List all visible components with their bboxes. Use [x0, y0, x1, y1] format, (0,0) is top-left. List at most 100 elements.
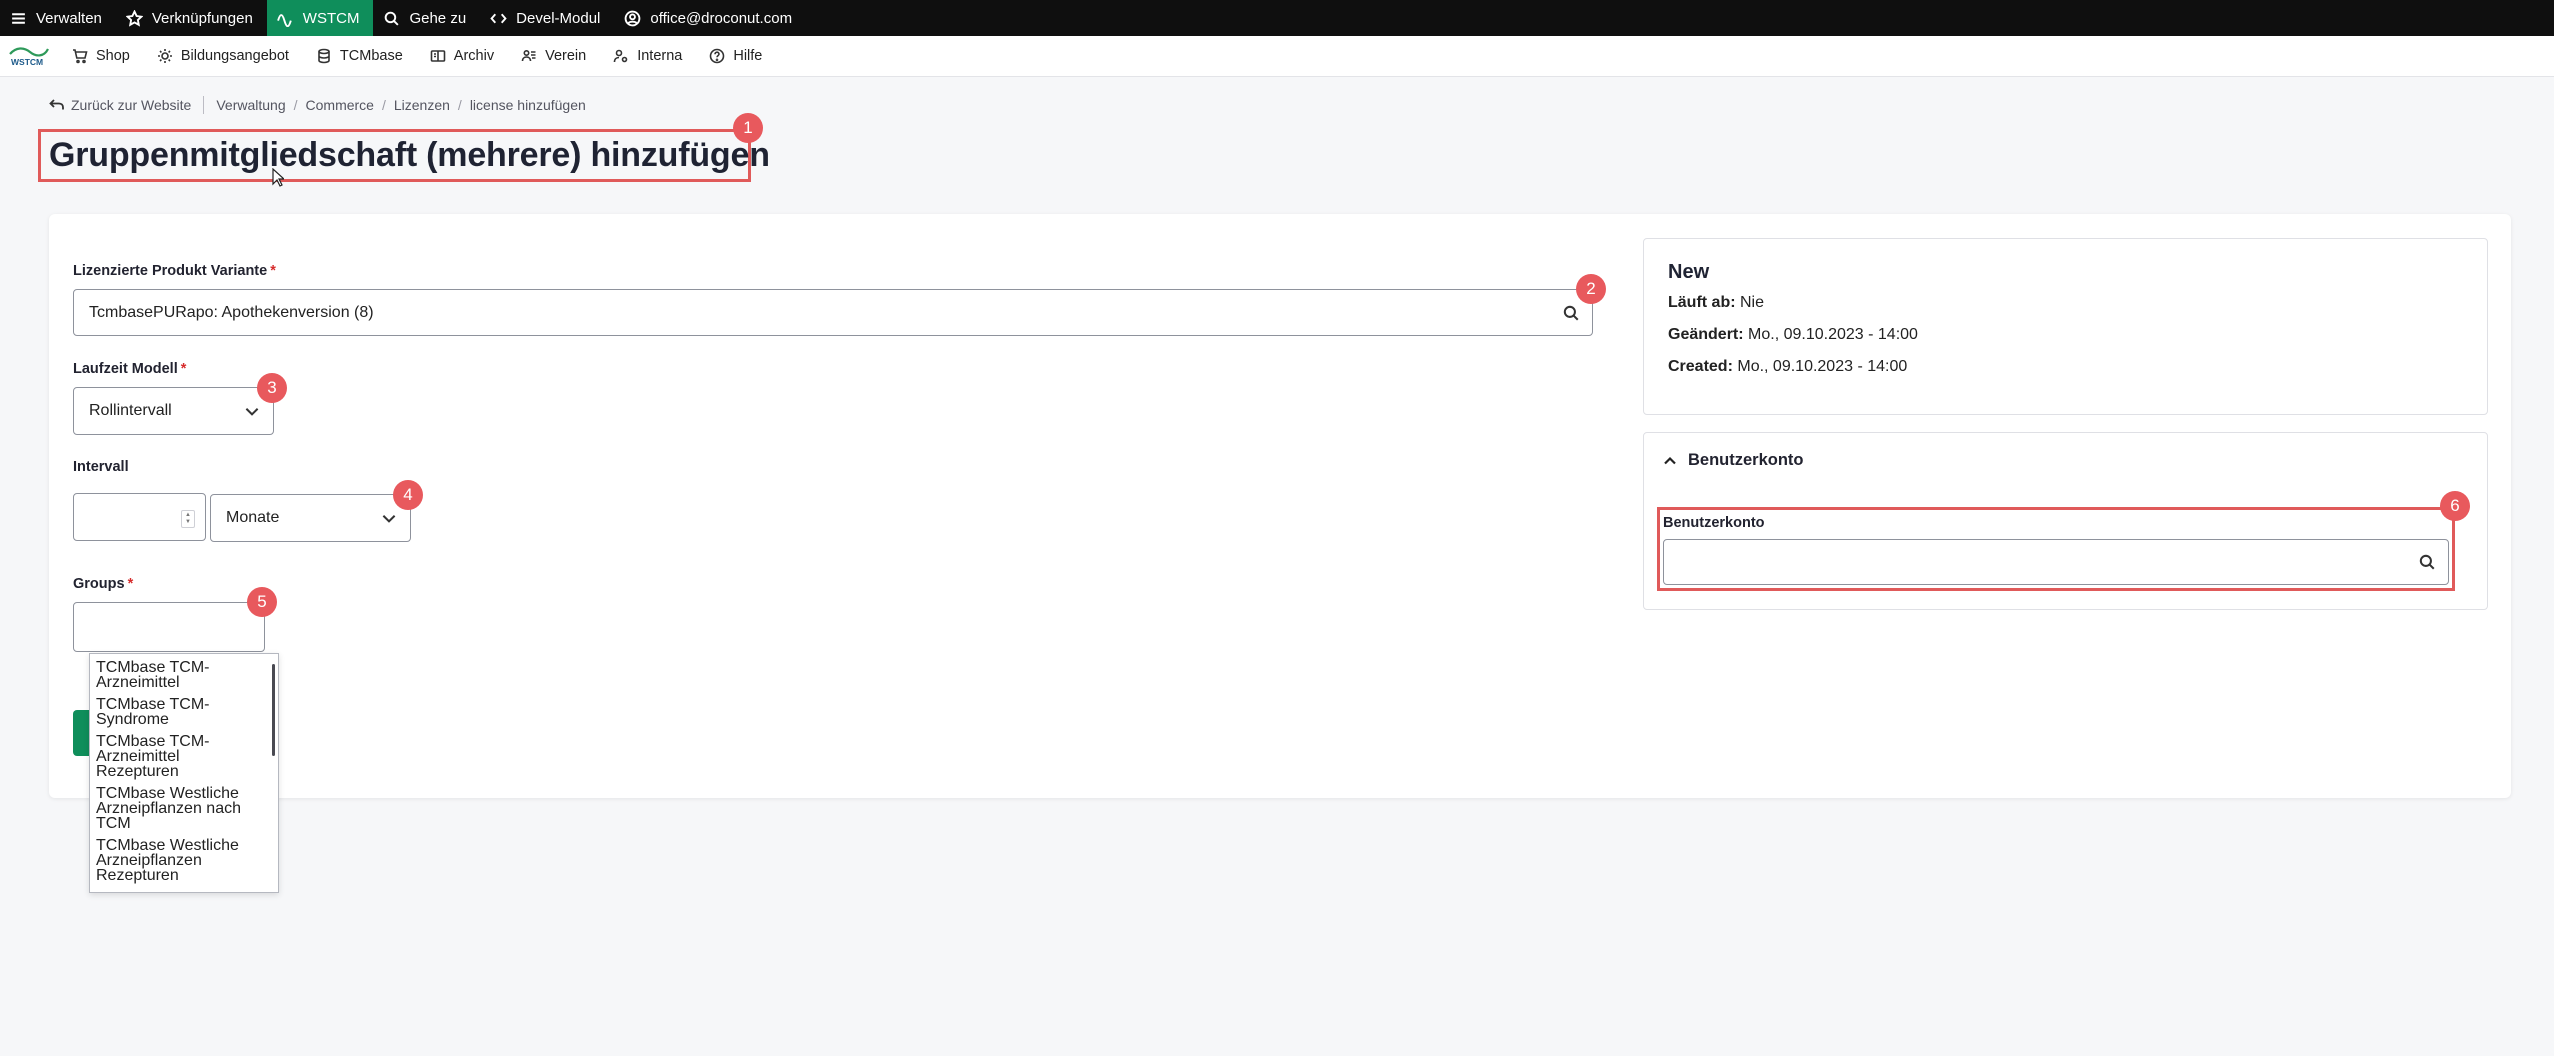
breadcrumb-separator: /: [293, 97, 298, 113]
people-icon: [521, 49, 536, 62]
required-mark: *: [127, 576, 134, 592]
nav-shop[interactable]: Shop: [58, 48, 143, 64]
mouse-cursor-icon: [272, 168, 284, 187]
interval-unit-select[interactable]: Monate: [210, 494, 411, 542]
expires-value: Nie: [1740, 294, 1765, 311]
runtime-model-label-text: Laufzeit Modell: [73, 361, 178, 377]
nav-bildungsangebot[interactable]: Bildungsangebot: [143, 48, 302, 64]
logo-icon: WSTCM: [9, 47, 49, 67]
nav-verein[interactable]: Verein: [507, 48, 599, 64]
toolbar-item-label: Verknüpfungen: [151, 9, 253, 27]
list-item[interactable]: TCMbase Westliche Arzneipflanzen Rezeptu…: [90, 835, 278, 887]
toolbar-item-verknuepfungen[interactable]: Verknüpfungen: [116, 0, 267, 36]
chevron-up-icon: [1664, 456, 1676, 464]
nav-label: Hilfe: [733, 48, 763, 64]
nav-label: TCMbase: [339, 48, 403, 64]
required-mark: *: [180, 361, 187, 377]
nav-label: Archiv: [453, 48, 495, 64]
search-icon: [1563, 305, 1579, 320]
star-icon: [125, 9, 143, 27]
nav-label: Shop: [96, 48, 130, 64]
annotation-badge: 6: [2440, 491, 2470, 521]
changed-label: Geändert:: [1668, 326, 1744, 343]
groups-label-text: Groups: [73, 576, 125, 592]
breadcrumb-divider: [203, 96, 205, 114]
number-spinner[interactable]: ▲ ▼: [181, 510, 195, 528]
toolbar-item-devel-modul[interactable]: Devel-Modul: [480, 0, 614, 36]
search-icon: [2419, 554, 2435, 570]
product-variant-label-text: Lizenzierte Produkt Variante: [73, 263, 268, 279]
account-section-toggle[interactable]: Benutzerkonto: [1662, 451, 1804, 470]
breadcrumb-item[interactable]: Verwaltung: [216, 97, 285, 113]
account-section-title: Benutzerkonto: [1688, 451, 1804, 469]
created-row: Created: Mo., 09.10.2023 - 14:00: [1668, 358, 2463, 376]
breadcrumb-item[interactable]: Lizenzen: [394, 97, 450, 113]
breadcrumb-separator: /: [381, 97, 386, 113]
breadcrumb-item[interactable]: Commerce: [306, 97, 374, 113]
required-mark: *: [270, 263, 276, 279]
svg-text:WSTCM: WSTCM: [11, 57, 43, 67]
annotation-badge: 4: [393, 480, 423, 510]
spinner-up-icon[interactable]: ▲: [185, 512, 191, 519]
bulb-icon: [157, 49, 172, 63]
product-variant-value: TcmbasePURapo: Apothekenversion (8): [89, 303, 374, 321]
nav-interna[interactable]: Interna: [599, 48, 695, 64]
product-variant-input[interactable]: TcmbasePURapo: Apothekenversion (8): [73, 289, 1593, 336]
toolbar-item-wstcm[interactable]: WSTCM: [266, 0, 374, 36]
list-item[interactable]: TCMbase TCM-Arzneimittel: [90, 654, 278, 694]
spinner-down-icon[interactable]: ▼: [185, 519, 191, 526]
nav-hilfe[interactable]: Hilfe: [695, 48, 775, 64]
expires-label: Läuft ab:: [1668, 294, 1736, 311]
list-item[interactable]: TCMbase Westliche Arzneipflanzen nach TC…: [90, 783, 278, 835]
runtime-model-value: Rollintervall: [89, 402, 172, 419]
person-gear-icon: [613, 49, 628, 63]
toolbar-item-user[interactable]: office@droconut.com: [614, 0, 806, 36]
groups-autocomplete-list[interactable]: TCMbase TCM-Arzneimittel TCMbase TCM-Syn…: [89, 653, 279, 893]
nav-archiv[interactable]: Archiv: [416, 48, 507, 64]
wstcm-logo[interactable]: WSTCM: [0, 36, 58, 77]
annotation-badge: 5: [247, 587, 277, 617]
runtime-model-select[interactable]: Rollintervall: [73, 387, 274, 435]
back-to-website-link[interactable]: Zurück zur Website: [71, 97, 191, 113]
product-variant-label: Lizenzierte Produkt Variante *: [73, 263, 276, 279]
changed-value: Mo., 09.10.2023 - 14:00: [1748, 326, 1918, 343]
breadcrumb-separator: /: [457, 97, 462, 113]
groups-label: Groups *: [73, 576, 133, 592]
account-search-input[interactable]: [1663, 539, 2449, 585]
account-field-label: Benutzerkonto: [1663, 515, 1765, 531]
toolbar-item-verwalten[interactable]: Verwalten: [0, 0, 116, 36]
wave-icon: [276, 13, 292, 27]
status-panel: New Läuft ab: Nie Geändert: Mo., 09.10.2…: [1643, 238, 2488, 415]
user-icon: [625, 10, 641, 26]
nav-label: Bildungsangebot: [180, 48, 289, 64]
created-value: Mo., 09.10.2023 - 14:00: [1737, 358, 1908, 375]
nav-tcmbase[interactable]: TCMbase: [302, 48, 416, 64]
list-item[interactable]: TCMbase TCM-Syndrome: [90, 694, 278, 731]
interval-number-input[interactable]: ▲ ▼: [73, 493, 206, 541]
nav-label: Verein: [545, 48, 587, 64]
interval-label: Intervall: [73, 459, 129, 475]
status-title: New: [1668, 261, 1710, 283]
scrollbar-thumb[interactable]: [272, 664, 275, 756]
changed-row: Geändert: Mo., 09.10.2023 - 14:00: [1668, 326, 2463, 344]
nav-label: Interna: [637, 48, 683, 64]
help-icon: [710, 48, 725, 64]
search-icon: [385, 11, 400, 26]
toolbar-item-label: office@droconut.com: [650, 9, 793, 27]
back-arrow-icon: [49, 99, 64, 110]
interval-unit-value: Monate: [226, 509, 280, 526]
admin-toolbar: Verwalten Verknüpfungen WSTCM Gehe zu De…: [0, 0, 2554, 36]
code-icon: [490, 13, 507, 23]
toolbar-item-label: Gehe zu: [409, 9, 467, 27]
chevron-down-icon: [382, 515, 396, 523]
list-item[interactable]: TCMbase TCM-Arzneimittel Rezepturen: [90, 731, 278, 783]
database-icon: [318, 48, 330, 64]
toolbar-item-label: WSTCM: [302, 9, 360, 27]
toolbar-item-label: Verwalten: [36, 9, 102, 27]
toolbar-item-gehe-zu[interactable]: Gehe zu: [373, 0, 480, 36]
expires-row: Läuft ab: Nie: [1668, 294, 2463, 312]
groups-input[interactable]: [73, 602, 265, 652]
cart-icon: [73, 49, 88, 64]
breadcrumb-current: license hinzufügen: [469, 97, 586, 113]
runtime-model-label: Laufzeit Modell *: [73, 361, 186, 377]
